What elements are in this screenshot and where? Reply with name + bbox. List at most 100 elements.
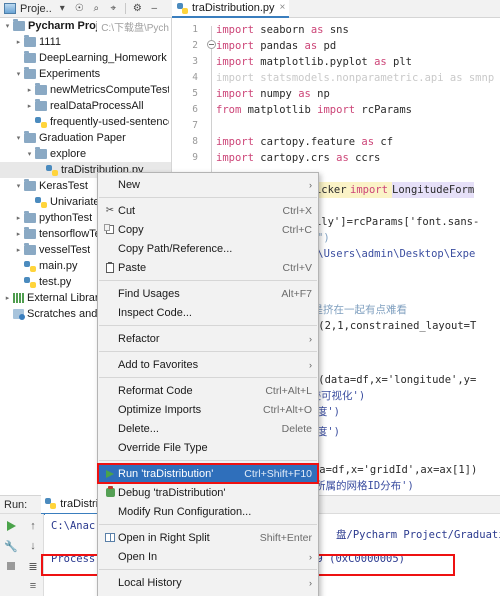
expand-all-icon[interactable]: ⌖ <box>106 1 121 16</box>
python-file-icon <box>35 116 47 128</box>
settings-wrench-icon[interactable]: 🔧 <box>2 536 20 556</box>
tree-item[interactable]: newMetricsComputeTest <box>0 82 171 98</box>
chevron-right-icon[interactable] <box>24 87 35 94</box>
menu-item-label: Find Usages <box>118 287 180 300</box>
chevron-right-icon[interactable] <box>24 103 35 110</box>
tree-item-label: KerasTest <box>39 180 88 192</box>
menu-item[interactable]: Open In › <box>98 547 318 566</box>
menu-item-shortcut: Ctrl+Alt+L <box>265 384 312 397</box>
menu-item[interactable]: Reformat Code Ctrl+Alt+L <box>98 381 318 400</box>
locate-icon[interactable]: ☉ <box>72 1 87 16</box>
menu-item[interactable]: Delete... Delete <box>98 419 318 438</box>
tree-item-label: DeepLearning_Homework <box>39 52 167 64</box>
chevron-down-icon[interactable] <box>13 183 24 190</box>
tree-item[interactable]: Pycharm Project C:\下载盘\Pych <box>0 18 171 34</box>
cut-icon <box>102 205 118 216</box>
tree-item-label: frequently-used-sentence <box>50 116 169 128</box>
run-gutter-toolbar: 🔧 ↑ ↓ ≣ ≡ <box>0 514 44 596</box>
python-file-icon <box>45 498 57 509</box>
context-menu[interactable]: New › Cut Ctrl+X Copy Ctrl+C Copy Path/Referen… <box>97 172 319 596</box>
collapse-all-icon[interactable]: ⌕ <box>89 1 104 16</box>
paste-icon <box>102 261 118 273</box>
chevron-down-icon[interactable] <box>2 23 13 30</box>
folder-icon <box>35 83 47 95</box>
run-gutter-left-column: 🔧 <box>0 516 22 576</box>
folder-icon <box>24 227 36 239</box>
menu-item[interactable]: Add to Favorites › <box>98 355 318 374</box>
menu-separator <box>99 325 317 326</box>
python-file-icon <box>46 164 58 176</box>
python-file-icon <box>24 276 36 288</box>
editor-tab-traDistribution[interactable]: traDistribution.py × <box>172 0 290 18</box>
tree-item-label: explore <box>50 148 87 160</box>
menu-item[interactable]: Refactor › <box>98 329 318 348</box>
tree-item[interactable]: frequently-used-sentence <box>0 114 171 130</box>
soft-wrap-icon[interactable]: ≣ <box>24 556 42 576</box>
chevron-right-icon[interactable] <box>2 295 13 302</box>
python-file-icon <box>177 2 188 14</box>
menu-item-label: Open In <box>118 550 158 563</box>
code-fragment: lots(2,1,constrained_layout=T <box>293 320 477 332</box>
folder-icon <box>13 19 25 31</box>
chevron-right-icon[interactable] <box>13 247 24 254</box>
menu-separator <box>99 569 317 570</box>
down-arrow-icon[interactable]: ↓ <box>24 536 42 556</box>
chevron-right-icon[interactable] <box>13 231 24 238</box>
menu-item-label: Paste <box>118 261 147 274</box>
folder-icon <box>24 67 36 79</box>
menu-item-shortcut: Alt+F7 <box>281 287 312 300</box>
copy-glyph <box>104 224 114 234</box>
tree-item[interactable]: 1111 <box>0 34 171 50</box>
menu-item[interactable]: Cut Ctrl+X <box>98 201 318 220</box>
menu-item[interactable]: Debug 'traDistribution' <box>98 483 318 502</box>
menu-item[interactable]: Find Usages Alt+F7 <box>98 284 318 303</box>
up-arrow-icon[interactable]: ↑ <box>24 516 42 536</box>
close-icon[interactable]: × <box>280 3 286 13</box>
tree-item-label: Pycharm Project <box>28 20 97 32</box>
chevron-down-icon[interactable] <box>13 135 24 142</box>
menu-item-label: Local History <box>118 576 182 589</box>
tree-item[interactable]: Experiments <box>0 66 171 82</box>
menu-item[interactable]: Copy Path/Reference... <box>98 239 318 258</box>
menu-item[interactable]: Override File Type <box>98 438 318 457</box>
menu-item[interactable]: Inspect Code... <box>98 303 318 322</box>
folder-icon <box>24 131 36 143</box>
tree-item[interactable]: realDataProcessAll <box>0 98 171 114</box>
chevron-down-icon[interactable] <box>24 151 35 158</box>
rerun-play-icon[interactable] <box>2 516 20 536</box>
tree-item[interactable]: explore <box>0 146 171 162</box>
menu-separator <box>99 524 317 525</box>
menu-item[interactable]: Paste Ctrl+V <box>98 258 318 277</box>
code-fragment: import <box>350 182 395 198</box>
chevron-down-icon[interactable] <box>13 71 24 78</box>
menu-item[interactable]: Run 'traDistribution' Ctrl+Shift+F10 <box>97 463 319 484</box>
chevron-down-icon[interactable]: ▾ <box>55 1 70 16</box>
tree-item[interactable]: DeepLearning_Homework <box>0 50 171 66</box>
menu-separator <box>99 280 317 281</box>
hide-icon[interactable]: – <box>147 1 162 16</box>
gear-icon[interactable]: ⚙ <box>130 1 145 16</box>
run-gutter-right-column: ↑ ↓ ≣ ≡ <box>22 516 44 596</box>
tree-item-label: tensorflowTe <box>39 228 101 240</box>
menu-separator <box>99 351 317 352</box>
menu-item[interactable]: Reload from Disk <box>98 592 318 596</box>
chevron-right-icon[interactable] <box>13 215 24 222</box>
chevron-right-icon[interactable] <box>13 39 24 46</box>
play-glyph <box>106 469 114 478</box>
menu-item[interactable]: Copy Ctrl+C <box>98 220 318 239</box>
split-glyph <box>105 533 115 542</box>
menu-item[interactable]: Open in Right Split Shift+Enter <box>98 528 318 547</box>
paste-glyph <box>106 261 114 273</box>
tree-item[interactable]: Graduation Paper <box>0 130 171 146</box>
menu-item[interactable]: New › <box>98 175 318 194</box>
print-icon[interactable]: ≡ <box>24 576 42 596</box>
menu-item-label: Open in Right Split <box>118 531 210 544</box>
menu-item-shortcut: Ctrl+X <box>282 204 312 217</box>
stop-icon[interactable] <box>2 556 20 576</box>
menu-item[interactable]: Local History › <box>98 573 318 592</box>
menu-item[interactable]: Modify Run Configuration... <box>98 502 318 521</box>
console-path-fragment: 盘/Pycharm Project/Graduation <box>336 529 500 541</box>
menu-item[interactable]: Optimize Imports Ctrl+Alt+O <box>98 400 318 419</box>
tree-item-label: vesselTest <box>39 244 91 256</box>
tree-item-label: test.py <box>39 276 72 288</box>
